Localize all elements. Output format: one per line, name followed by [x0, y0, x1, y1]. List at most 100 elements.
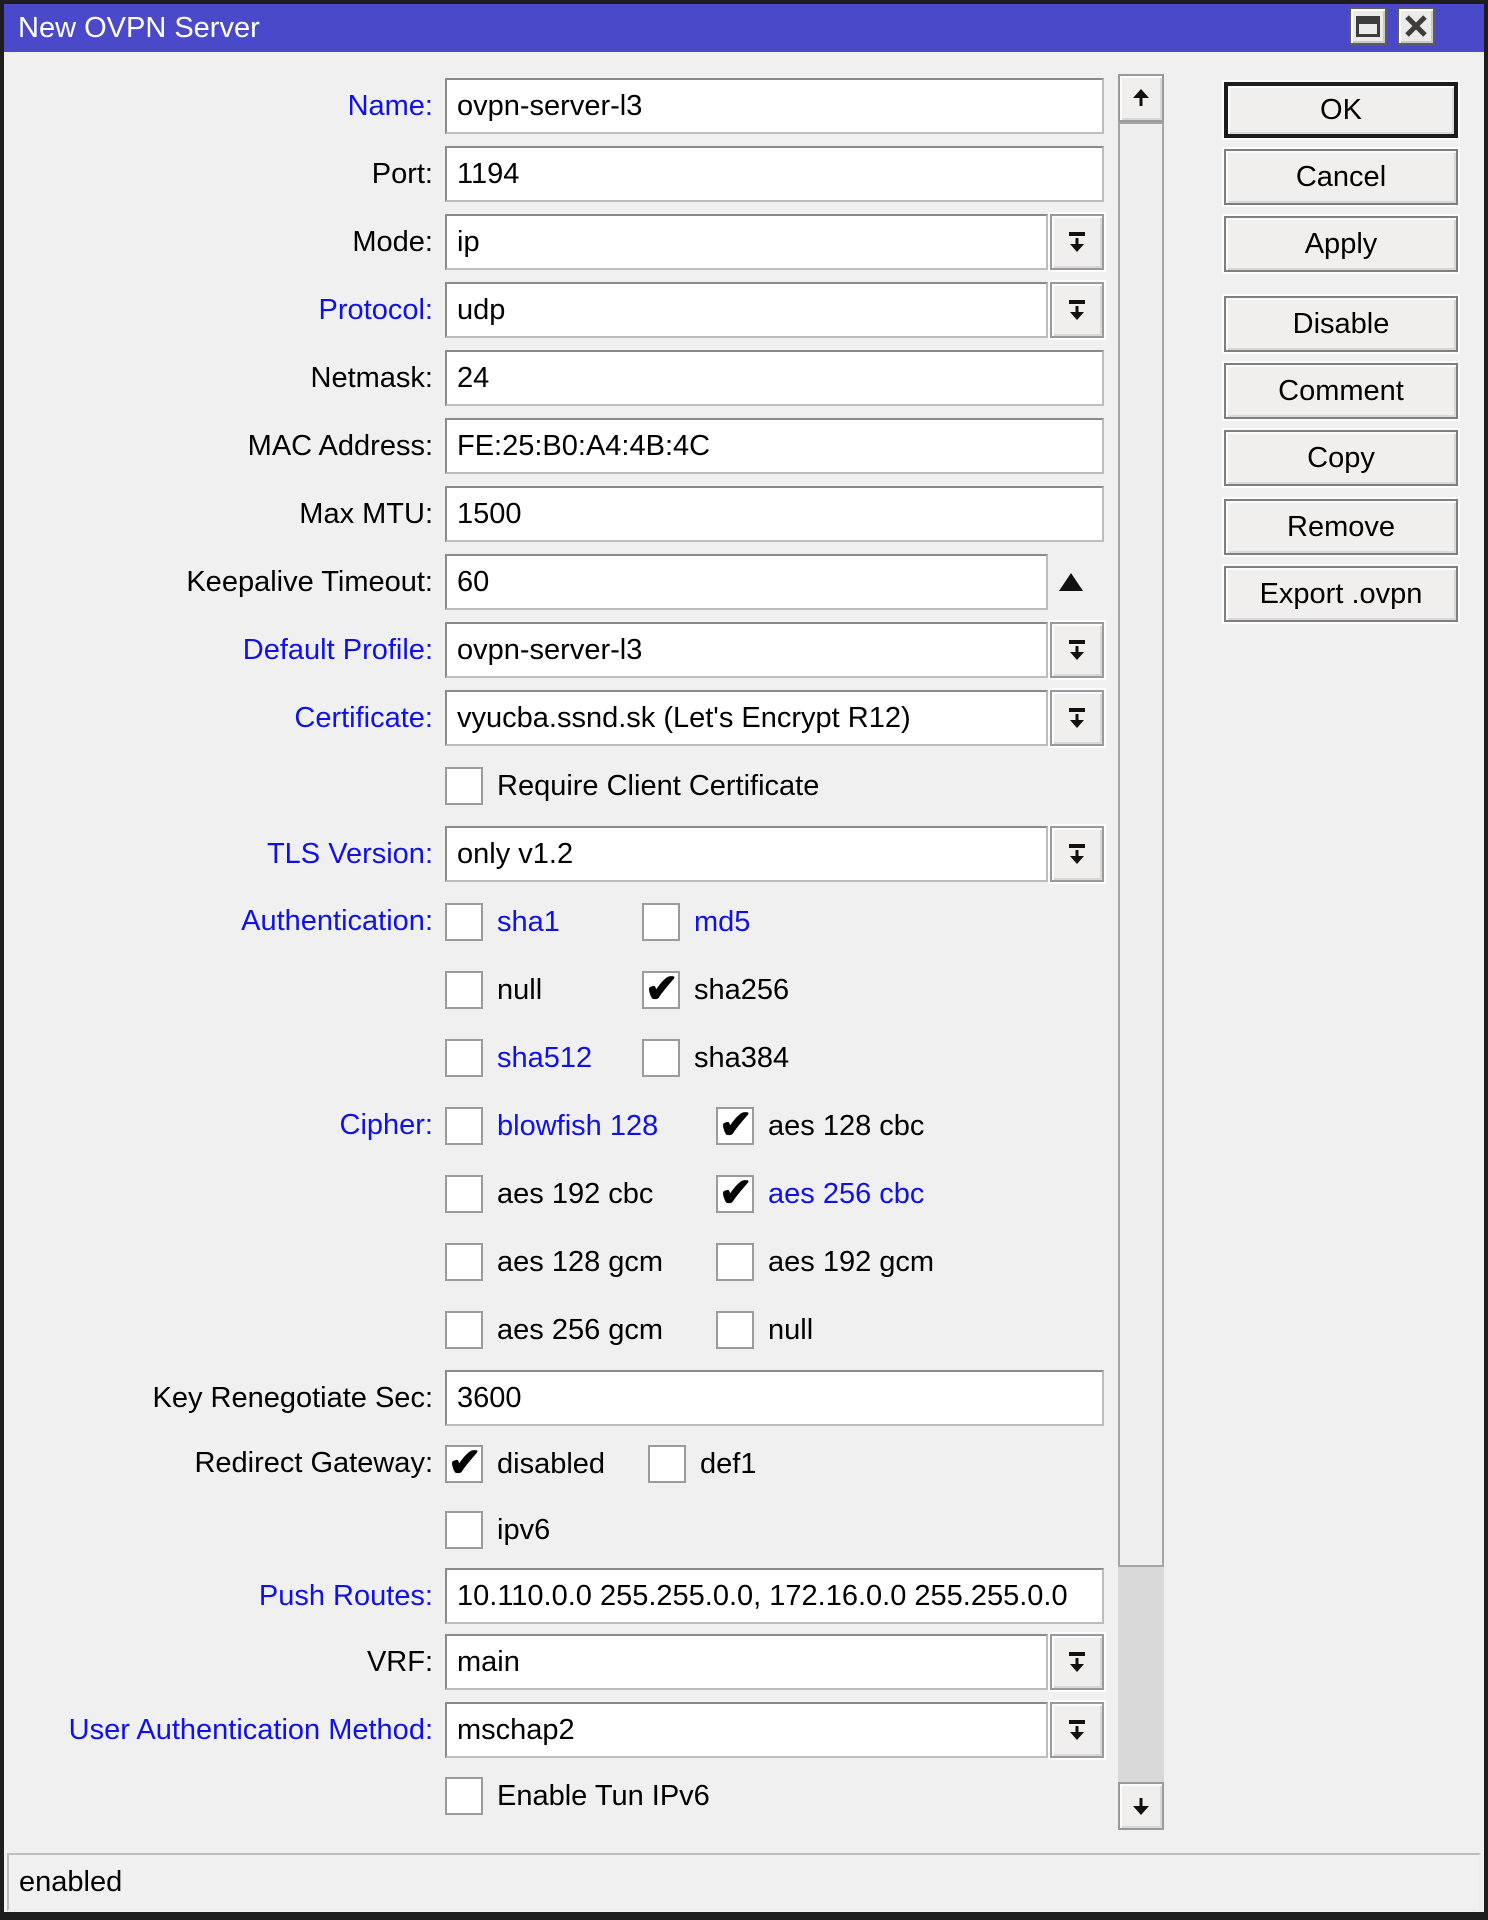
scrollbar-down-button[interactable]: [1118, 1782, 1164, 1830]
tls-version-label: TLS Version:: [8, 836, 433, 872]
new-ovpn-server-dialog: New OVPN Server Name: Port: Mode: Protoc…: [0, 0, 1488, 1920]
user-auth-method-label: User Authentication Method:: [8, 1712, 433, 1748]
titlebar[interactable]: New OVPN Server: [4, 4, 1484, 52]
default-profile-dropdown-button[interactable]: [1050, 622, 1104, 678]
copy-button[interactable]: Copy: [1224, 430, 1458, 486]
mac-address-input[interactable]: [445, 418, 1104, 474]
cipher-aes192cbc-checkbox[interactable]: [445, 1175, 483, 1213]
cipher-aes256cbc-checkbox[interactable]: [716, 1175, 754, 1213]
tls-version-input[interactable]: [445, 826, 1048, 882]
protocol-label: Protocol:: [8, 292, 433, 328]
enable-tun-ipv6-label[interactable]: Enable Tun IPv6: [497, 1777, 710, 1815]
disable-button[interactable]: Disable: [1224, 296, 1458, 352]
auth-null-label[interactable]: null: [497, 971, 542, 1009]
require-client-certificate-checkbox[interactable]: [445, 767, 483, 805]
auth-sha1-checkbox[interactable]: [445, 903, 483, 941]
spinner-up-icon: [1055, 570, 1087, 594]
cipher-aes128gcm-checkbox[interactable]: [445, 1243, 483, 1281]
push-routes-input[interactable]: [445, 1568, 1104, 1624]
require-client-certificate-label[interactable]: Require Client Certificate: [497, 767, 819, 805]
certificate-input[interactable]: [445, 690, 1048, 746]
redirect-def1-checkbox[interactable]: [648, 1445, 686, 1483]
port-input[interactable]: [445, 146, 1104, 202]
auth-null-checkbox[interactable]: [445, 971, 483, 1009]
auth-sha256-label[interactable]: sha256: [694, 971, 789, 1009]
name-input[interactable]: [445, 78, 1104, 134]
default-profile-input[interactable]: [445, 622, 1048, 678]
protocol-input[interactable]: [445, 282, 1048, 338]
redirect-def1-label[interactable]: def1: [700, 1445, 756, 1483]
keepalive-spinner-up-button[interactable]: [1054, 569, 1088, 595]
keepalive-timeout-input[interactable]: [445, 554, 1048, 610]
dropdown-icon: [1065, 1649, 1089, 1675]
cipher-label: Cipher:: [8, 1107, 433, 1143]
certificate-dropdown-button[interactable]: [1050, 690, 1104, 746]
key-renegotiate-sec-label: Key Renegotiate Sec:: [8, 1380, 433, 1416]
status-text: enabled: [9, 1866, 122, 1899]
cancel-button[interactable]: Cancel: [1224, 149, 1458, 205]
protocol-dropdown-button[interactable]: [1050, 282, 1104, 338]
mode-label: Mode:: [8, 224, 433, 260]
dropdown-icon: [1065, 841, 1089, 867]
dropdown-icon: [1065, 637, 1089, 663]
cipher-aes256gcm-checkbox[interactable]: [445, 1311, 483, 1349]
auth-sha256-checkbox[interactable]: [642, 971, 680, 1009]
key-renegotiate-sec-input[interactable]: [445, 1370, 1104, 1426]
dropdown-icon: [1065, 229, 1089, 255]
scrollbar-up-button[interactable]: [1118, 74, 1164, 122]
redirect-ipv6-label[interactable]: ipv6: [497, 1511, 550, 1549]
netmask-input[interactable]: [445, 350, 1104, 406]
default-profile-label: Default Profile:: [8, 632, 433, 668]
name-label: Name:: [8, 88, 433, 124]
cipher-aes192gcm-checkbox[interactable]: [716, 1243, 754, 1281]
cipher-blowfish128-checkbox[interactable]: [445, 1107, 483, 1145]
close-button[interactable]: [1397, 7, 1435, 45]
remove-button[interactable]: Remove: [1224, 499, 1458, 555]
vrf-label: VRF:: [8, 1644, 433, 1680]
maximize-button[interactable]: [1349, 7, 1387, 45]
cipher-null-checkbox[interactable]: [716, 1311, 754, 1349]
mode-dropdown-button[interactable]: [1050, 214, 1104, 270]
authentication-label: Authentication:: [8, 903, 433, 939]
redirect-disabled-checkbox[interactable]: [445, 1445, 483, 1483]
max-mtu-input[interactable]: [445, 486, 1104, 542]
auth-md5-label[interactable]: md5: [694, 903, 750, 941]
auth-sha384-label[interactable]: sha384: [694, 1039, 789, 1077]
vrf-dropdown-button[interactable]: [1050, 1634, 1104, 1690]
mode-input[interactable]: [445, 214, 1048, 270]
dropdown-icon: [1065, 297, 1089, 323]
user-auth-method-dropdown-button[interactable]: [1050, 1702, 1104, 1758]
cipher-aes128cbc-checkbox[interactable]: [716, 1107, 754, 1145]
redirect-gateway-label: Redirect Gateway:: [8, 1445, 433, 1481]
cipher-aes192gcm-label[interactable]: aes 192 gcm: [768, 1243, 934, 1281]
port-label: Port:: [8, 156, 433, 192]
export-ovpn-button[interactable]: Export .ovpn: [1224, 566, 1458, 622]
close-icon: [1404, 14, 1428, 38]
scroll-up-icon: [1129, 86, 1153, 110]
scrollbar-thumb[interactable]: [1118, 122, 1164, 1567]
auth-sha512-label[interactable]: sha512: [497, 1039, 592, 1077]
auth-sha384-checkbox[interactable]: [642, 1039, 680, 1077]
auth-sha512-checkbox[interactable]: [445, 1039, 483, 1077]
enable-tun-ipv6-checkbox[interactable]: [445, 1777, 483, 1815]
comment-button[interactable]: Comment: [1224, 363, 1458, 419]
cipher-aes192cbc-label[interactable]: aes 192 cbc: [497, 1175, 653, 1213]
apply-button[interactable]: Apply: [1224, 216, 1458, 272]
vrf-input[interactable]: [445, 1634, 1048, 1690]
cipher-aes256gcm-label[interactable]: aes 256 gcm: [497, 1311, 663, 1349]
cipher-aes128cbc-label[interactable]: aes 128 cbc: [768, 1107, 924, 1145]
scroll-down-icon: [1129, 1794, 1153, 1818]
certificate-label: Certificate:: [8, 700, 433, 736]
cipher-aes256cbc-label[interactable]: aes 256 cbc: [768, 1175, 924, 1213]
auth-md5-checkbox[interactable]: [642, 903, 680, 941]
redirect-ipv6-checkbox[interactable]: [445, 1511, 483, 1549]
tls-version-dropdown-button[interactable]: [1050, 826, 1104, 882]
cipher-null-label[interactable]: null: [768, 1311, 813, 1349]
redirect-disabled-label[interactable]: disabled: [497, 1445, 605, 1483]
cipher-blowfish128-label[interactable]: blowfish 128: [497, 1107, 658, 1145]
maximize-icon: [1356, 16, 1380, 37]
ok-button[interactable]: OK: [1224, 82, 1458, 138]
user-auth-method-input[interactable]: [445, 1702, 1048, 1758]
cipher-aes128gcm-label[interactable]: aes 128 gcm: [497, 1243, 663, 1281]
auth-sha1-label[interactable]: sha1: [497, 903, 560, 941]
